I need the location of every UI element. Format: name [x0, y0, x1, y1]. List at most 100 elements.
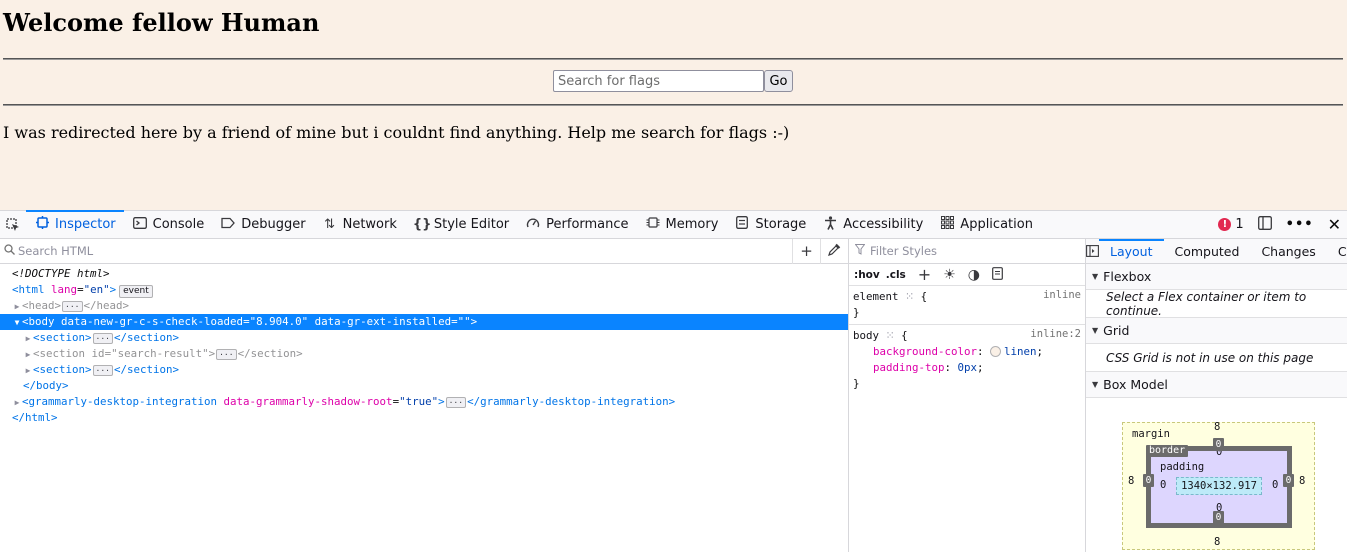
class-toggle[interactable]: .cls — [886, 269, 906, 281]
rule-element: element ⁙ { } inline — [849, 286, 1085, 325]
page-heading: Welcome fellow Human — [3, 8, 320, 37]
hover-state-toggle[interactable]: :hov — [854, 269, 880, 281]
expand-arrow-icon[interactable]: ▶ — [12, 299, 22, 315]
tab-label: Inspector — [55, 217, 116, 232]
attr-name: lang — [51, 283, 78, 296]
selector-highlight-icon[interactable]: ⁙ — [905, 290, 914, 303]
margin-left-value[interactable]: 8 — [1128, 475, 1134, 487]
tree-node-section[interactable]: ▶ <section> ··· </section> — [0, 330, 848, 346]
rules-toolbar: :hov .cls + ☀ ◑ — [849, 264, 1085, 286]
expand-arrow-icon[interactable]: ▶ — [23, 363, 33, 379]
tree-node-grammarly[interactable]: ▶ <grammarly-desktop-integration data-gra… — [0, 394, 848, 410]
toggle-pane-icon[interactable] — [1086, 239, 1099, 263]
flag-search-input[interactable] — [553, 70, 764, 92]
declaration-padding-top[interactable]: padding-top: 0px; — [853, 360, 1081, 376]
rule-selector[interactable]: element — [853, 290, 899, 303]
tab-computed[interactable]: Computed — [1164, 239, 1251, 263]
tree-node-html[interactable]: <html lang="en"> event — [0, 282, 848, 298]
markup-panel: Search HTML + <!DOCTYPE html> <html lang… — [0, 238, 849, 552]
dock-side-icon[interactable] — [1257, 215, 1272, 234]
markup-tree: <!DOCTYPE html> <html lang="en"> event ▶ <… — [0, 264, 848, 426]
light-scheme-icon[interactable]: ☀ — [943, 267, 956, 283]
rule-source[interactable]: inline:2 — [1030, 328, 1081, 340]
property-value: 0px — [957, 361, 978, 374]
event-badge[interactable]: event — [119, 285, 153, 298]
element-picker-button[interactable] — [0, 211, 26, 238]
expand-arrow-icon[interactable]: ▶ — [23, 347, 33, 363]
property-name: padding-top — [873, 361, 945, 374]
tab-memory[interactable]: Memory — [637, 211, 727, 238]
collapsed-ellipsis-icon[interactable]: ··· — [216, 348, 237, 360]
tree-node-html-close[interactable]: </html> — [0, 410, 848, 426]
flexbox-message: Select a Flex container or item to conti… — [1086, 290, 1347, 318]
expand-arrow-icon[interactable]: ▶ — [23, 331, 33, 347]
collapse-arrow-icon[interactable]: ▼ — [12, 315, 22, 331]
add-rule-icon[interactable]: + — [918, 265, 931, 284]
tree-node-section[interactable]: ▶ <section> ··· </section> — [0, 362, 848, 378]
collapsed-ellipsis-icon[interactable]: ··· — [445, 396, 467, 408]
tag-name: grammarly-desktop-integration — [28, 395, 218, 408]
tab-performance[interactable]: Performance — [517, 211, 636, 238]
margin-top-value[interactable]: 8 — [1214, 421, 1220, 433]
property-name: background-color — [873, 345, 978, 358]
content-box[interactable]: 1340×132.917 — [1176, 477, 1262, 495]
tab-accessibility[interactable]: Accessibility — [814, 211, 931, 238]
collapsed-ellipsis-icon[interactable]: ··· — [62, 300, 83, 312]
tab-label: Storage — [755, 217, 807, 232]
tree-node-section-search-result[interactable]: ▶ <section id="search-result"> ··· </sectio… — [0, 346, 848, 362]
tree-node-body[interactable]: ▼ <body data-new-gr-c-s-check-loaded="8.9… — [0, 314, 848, 330]
tab-style-editor[interactable]: {} Style Editor — [405, 211, 517, 238]
border-right-value[interactable]: 0 — [1283, 474, 1294, 487]
tree-node-doctype[interactable]: <!DOCTYPE html> — [0, 266, 848, 282]
padding-right-value[interactable]: 0 — [1272, 479, 1278, 491]
boxmodel-section-header[interactable]: ▼ Box Model — [1086, 372, 1347, 398]
tab-console[interactable]: Console — [124, 211, 213, 238]
border-top-value[interactable]: 0 — [1213, 438, 1224, 451]
print-media-icon[interactable] — [992, 266, 1003, 283]
tree-node-body-close[interactable]: </body> — [0, 378, 848, 394]
tab-overflow[interactable]: C▼ — [1327, 239, 1347, 263]
expand-arrow-icon[interactable]: ▶ — [12, 395, 22, 411]
margin-bottom-value[interactable]: 8 — [1214, 536, 1220, 548]
border-left-value[interactable]: 0 — [1143, 474, 1154, 487]
tab-inspector[interactable]: Inspector — [26, 210, 124, 238]
flexbox-section-header[interactable]: ▼ Flexbox — [1086, 264, 1347, 290]
margin-right-value[interactable]: 8 — [1299, 475, 1305, 487]
tab-network[interactable]: ⇅ Network — [314, 211, 405, 238]
tag-name: grammarly-desktop-integration — [480, 395, 669, 408]
dark-scheme-icon[interactable]: ◑ — [968, 267, 980, 283]
grid-section-header[interactable]: ▼ Grid — [1086, 318, 1347, 344]
close-icon[interactable]: ✕ — [1328, 215, 1341, 234]
tree-node-head[interactable]: ▶ <head> ··· </head> — [0, 298, 848, 314]
element-picker-icon — [6, 217, 19, 231]
html-search-input[interactable]: Search HTML — [18, 244, 792, 258]
attr-value: "true" — [399, 395, 439, 408]
tab-layout[interactable]: Layout — [1099, 239, 1164, 263]
declaration-background-color[interactable]: background-color: linen; — [853, 344, 1081, 360]
collapsed-ellipsis-icon[interactable]: ··· — [92, 364, 113, 376]
sidebar-tabs: Layout Computed Changes C▼ — [1086, 239, 1347, 264]
rule-selector[interactable]: body — [853, 329, 879, 342]
storage-icon — [734, 216, 750, 233]
filter-styles-input[interactable]: Filter Styles — [870, 244, 937, 258]
border-bottom-value[interactable]: 0 — [1213, 511, 1224, 524]
color-swatch[interactable] — [990, 346, 1002, 357]
tab-label: Console — [152, 217, 205, 232]
padding-left-value[interactable]: 0 — [1160, 479, 1166, 491]
rule-source[interactable]: inline — [1043, 289, 1081, 301]
tab-changes[interactable]: Changes — [1250, 239, 1326, 263]
tag-name: body — [36, 379, 63, 392]
collapsed-ellipsis-icon[interactable]: ··· — [92, 332, 113, 344]
error-count-badge[interactable]: ! 1 — [1218, 217, 1244, 232]
eyedropper-icon[interactable] — [820, 238, 848, 264]
add-node-icon[interactable]: + — [792, 238, 820, 264]
tab-storage[interactable]: Storage — [726, 211, 814, 238]
error-count: 1 — [1235, 217, 1244, 232]
tab-application[interactable]: Application — [931, 211, 1041, 238]
divider-top — [3, 58, 1343, 60]
section-title: Grid — [1103, 323, 1130, 338]
go-button[interactable]: Go — [764, 70, 793, 92]
tab-debugger[interactable]: Debugger — [212, 211, 313, 238]
selector-highlight-icon[interactable]: ⁙ — [886, 329, 895, 342]
more-options-icon[interactable]: ••• — [1286, 217, 1314, 232]
